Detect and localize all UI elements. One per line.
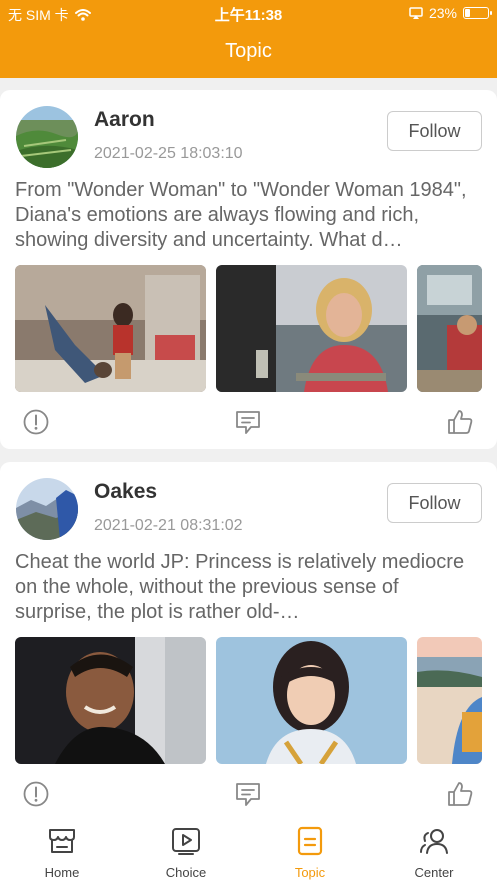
tab-label: Choice bbox=[165, 865, 207, 880]
report-icon[interactable] bbox=[22, 408, 50, 436]
avatar[interactable] bbox=[16, 478, 78, 540]
tab-label: Topic bbox=[294, 865, 326, 880]
avatar[interactable] bbox=[16, 106, 78, 168]
post-actions bbox=[0, 780, 497, 810]
header: 无 SIM 卡 上午11:38 23% Topic bbox=[0, 0, 497, 78]
airplay-icon bbox=[409, 7, 423, 19]
post-timestamp: 2021-02-25 18:03:10 bbox=[94, 145, 243, 162]
post-text[interactable]: Cheat the world JP: Princess is relative… bbox=[15, 550, 479, 625]
tab-bar: Home Choice Topic Center bbox=[0, 810, 497, 883]
status-bar: 无 SIM 卡 上午11:38 23% bbox=[0, 0, 497, 26]
tab-topic[interactable]: Topic bbox=[248, 810, 372, 883]
battery-fill bbox=[465, 9, 470, 17]
post-image[interactable] bbox=[417, 265, 482, 392]
like-icon[interactable] bbox=[446, 780, 474, 808]
tab-center[interactable]: Center bbox=[372, 810, 496, 883]
report-icon[interactable] bbox=[22, 780, 50, 808]
play-icon bbox=[172, 828, 200, 855]
tab-home[interactable]: Home bbox=[0, 810, 124, 883]
post-images bbox=[15, 637, 482, 764]
post-image[interactable] bbox=[216, 637, 407, 764]
battery-icon bbox=[463, 7, 492, 19]
post-timestamp: 2021-02-21 08:31:02 bbox=[94, 517, 243, 534]
username[interactable]: Aaron bbox=[94, 108, 155, 132]
tab-label: Center bbox=[414, 865, 454, 880]
page-title: Topic bbox=[225, 40, 272, 62]
post-text[interactable]: From "Wonder Woman" to "Wonder Woman 198… bbox=[15, 178, 479, 253]
tab-label: Home bbox=[44, 865, 80, 880]
post-image[interactable] bbox=[15, 265, 206, 392]
post-image[interactable] bbox=[15, 637, 206, 764]
comment-icon[interactable] bbox=[234, 408, 262, 436]
battery-label: 23% bbox=[428, 5, 457, 21]
comment-icon[interactable] bbox=[234, 780, 262, 808]
follow-button[interactable]: Follow bbox=[387, 483, 482, 523]
users-icon bbox=[420, 829, 448, 854]
post-actions bbox=[0, 408, 497, 438]
post-card: Oakes 2021-02-21 08:31:02 Follow Cheat t… bbox=[0, 462, 497, 822]
post-card: Aaron 2021-02-25 18:03:10 Follow From "W… bbox=[0, 90, 497, 449]
post-images bbox=[15, 265, 482, 392]
tab-choice[interactable]: Choice bbox=[124, 810, 248, 883]
post-image[interactable] bbox=[216, 265, 407, 392]
follow-button[interactable]: Follow bbox=[387, 111, 482, 151]
like-icon[interactable] bbox=[446, 408, 474, 436]
document-icon bbox=[297, 826, 323, 856]
post-image[interactable] bbox=[417, 637, 482, 764]
username[interactable]: Oakes bbox=[94, 480, 157, 504]
store-icon bbox=[49, 829, 75, 853]
status-right: 23% bbox=[409, 5, 492, 21]
